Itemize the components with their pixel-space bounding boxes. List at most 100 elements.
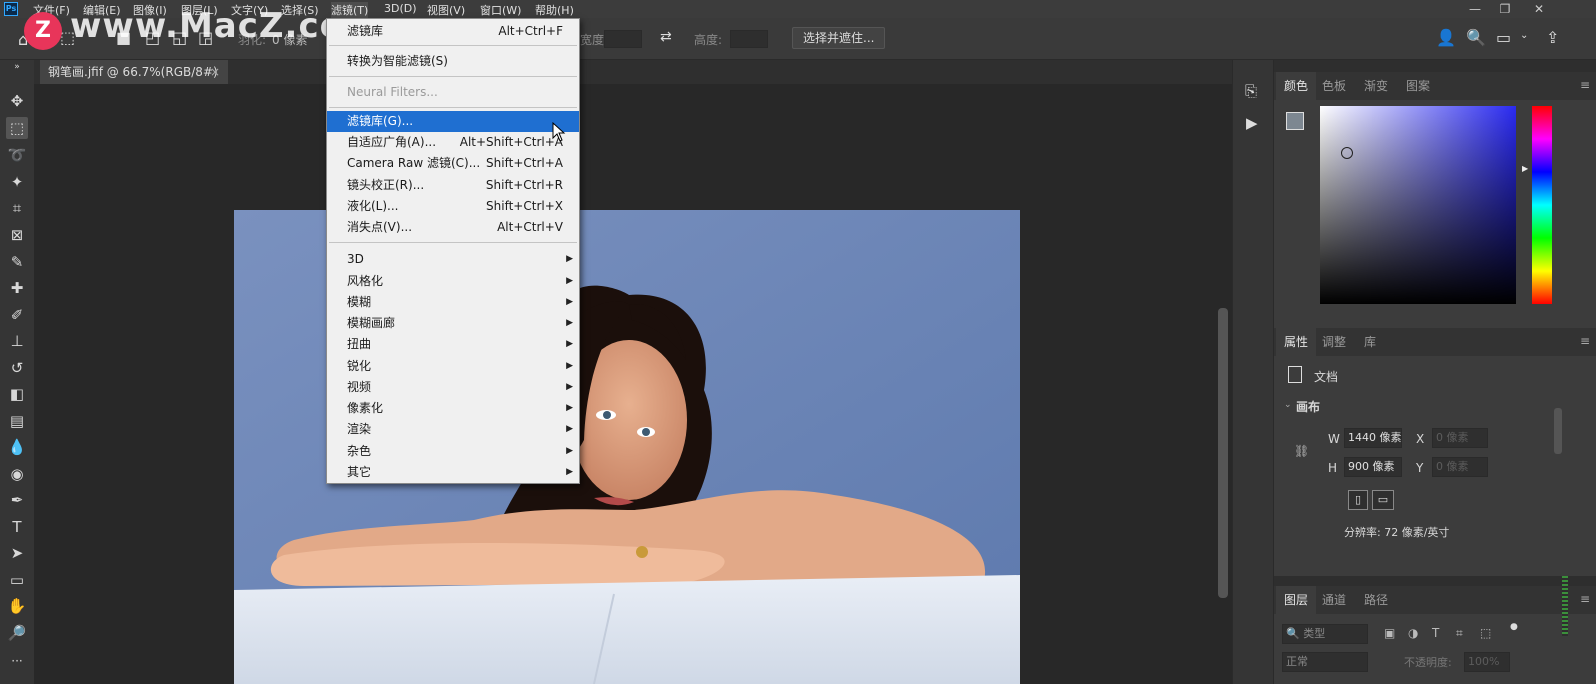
color-picker-field[interactable] (1320, 106, 1516, 304)
magic-wand-tool-icon[interactable]: ✦ (6, 171, 28, 193)
crop-tool-icon[interactable]: ⌗ (6, 197, 28, 219)
share-icon[interactable]: ⇪ (1546, 28, 1559, 47)
blur-tool-icon[interactable]: 💧 (6, 436, 28, 458)
menu-item-lens-correction[interactable]: 镜头校正(R)... Shift+Ctrl+R (327, 175, 579, 196)
hue-slider[interactable] (1532, 106, 1552, 304)
submenu-blur[interactable]: 模糊 ▶ (327, 292, 579, 313)
healing-brush-tool-icon[interactable]: ✚ (6, 277, 28, 299)
workspace-icon[interactable]: ▭ (1496, 28, 1511, 47)
swap-dimensions-icon[interactable]: ⇄ (660, 29, 672, 45)
tab-paths[interactable]: 路径 (1356, 586, 1396, 614)
select-and-mask-button[interactable]: 选择并遮住... (792, 27, 886, 49)
filter-adjustment-icon[interactable]: ◑ (1408, 626, 1418, 640)
tab-gradients[interactable]: 渐变 (1356, 72, 1396, 100)
opacity-field[interactable]: 100% (1464, 652, 1510, 672)
submenu-distort[interactable]: 扭曲 ▶ (327, 334, 579, 355)
lasso-tool-icon[interactable]: ➰ (6, 144, 28, 166)
tab-properties[interactable]: 属性 (1276, 328, 1317, 356)
tab-channels[interactable]: 通道 (1314, 586, 1354, 614)
canvas-width-field[interactable]: 1440 像素 (1344, 428, 1402, 448)
blend-mode-dropdown[interactable]: 正常 (1282, 652, 1368, 672)
eraser-tool-icon[interactable]: ◧ (6, 383, 28, 405)
search-icon[interactable]: 🔍 (1466, 28, 1486, 47)
menu-item-adaptive-wide-angle[interactable]: 自适应广角(A)... Alt+Shift+Ctrl+A (327, 132, 579, 153)
submenu-other[interactable]: 其它 ▶ (327, 462, 579, 483)
height-field[interactable] (730, 30, 768, 48)
layer-filter-dropdown[interactable]: 🔍 类型 (1282, 624, 1368, 644)
chevron-down-icon[interactable]: ⌄ (1520, 30, 1528, 41)
frame-tool-icon[interactable]: ⊠ (6, 224, 28, 246)
menu-item-liquify[interactable]: 液化(L)... Shift+Ctrl+X (327, 196, 579, 217)
hue-slider-handle[interactable]: ▶ (1522, 164, 1528, 173)
eyedropper-tool-icon[interactable]: ✎ (6, 251, 28, 273)
collapse-chevron-icon[interactable]: ⌄ (1284, 400, 1292, 410)
menu-window[interactable]: 窗口(W) (480, 2, 521, 18)
hand-tool-icon[interactable]: ✋ (6, 595, 28, 617)
menu-item-convert-smart-filter[interactable]: 转换为智能滤镜(S) (327, 51, 579, 72)
menu-item-camera-raw[interactable]: Camera Raw 滤镜(C)... Shift+Ctrl+A (327, 153, 579, 174)
properties-scrollbar-thumb[interactable] (1554, 408, 1562, 454)
submenu-3d[interactable]: 3D ▶ (327, 249, 579, 270)
rectangle-tool-icon[interactable]: ▭ (6, 569, 28, 591)
account-icon[interactable]: 👤 (1436, 28, 1456, 47)
menu-help[interactable]: 帮助(H) (535, 2, 574, 18)
filter-shape-icon[interactable]: ⌗ (1456, 626, 1463, 641)
panel-menu-icon[interactable]: ≡ (1580, 334, 1590, 348)
canvas-y-field[interactable]: 0 像素 (1432, 457, 1488, 477)
scrollbar-thumb[interactable] (1218, 308, 1228, 598)
marquee-tool-icon[interactable]: ⬚ (6, 117, 28, 139)
minimize-button[interactable]: — (1460, 0, 1490, 18)
submenu-video[interactable]: 视频 ▶ (327, 377, 579, 398)
filter-pixel-icon[interactable]: ▣ (1384, 626, 1395, 640)
path-selection-tool-icon[interactable]: ➤ (6, 542, 28, 564)
dodge-tool-icon[interactable]: ◉ (6, 463, 28, 485)
portrait-orientation-icon[interactable]: ▯ (1348, 490, 1368, 510)
color-picker-marker[interactable] (1341, 147, 1353, 159)
restore-button[interactable]: ❐ (1490, 0, 1520, 18)
brush-tool-icon[interactable]: ✐ (6, 304, 28, 326)
menu-item-filter-gallery[interactable]: 滤镜库(G)... (327, 111, 579, 132)
actions-play-icon[interactable]: ▶ (1246, 114, 1258, 132)
menu-item-vanishing-point[interactable]: 消失点(V)... Alt+Ctrl+V (327, 217, 579, 238)
foreground-color-swatch[interactable] (1286, 112, 1304, 130)
submenu-pixelate[interactable]: 像素化 ▶ (327, 398, 579, 419)
move-tool-icon[interactable]: ✥ (6, 90, 28, 112)
submenu-noise[interactable]: 杂色 ▶ (327, 441, 579, 462)
menu-3d[interactable]: 3D(D) (384, 2, 417, 15)
zoom-tool-icon[interactable]: 🔎 (6, 622, 28, 644)
more-tools-icon[interactable]: ··· (6, 650, 28, 672)
menu-view[interactable]: 视图(V) (427, 2, 465, 18)
tab-swatches[interactable]: 色板 (1314, 72, 1354, 100)
document-tab[interactable]: 钢笔画.jfif @ 66.7%(RGB/8#) × (40, 60, 228, 84)
landscape-orientation-icon[interactable]: ▭ (1372, 490, 1394, 510)
submenu-stylize[interactable]: 风格化 ▶ (327, 271, 579, 292)
type-tool-icon[interactable]: T (6, 516, 28, 538)
filter-type-icon[interactable]: T (1432, 626, 1439, 640)
close-window-button[interactable]: ✕ (1524, 0, 1554, 18)
menu-item-last-filter[interactable]: 滤镜库 Alt+Ctrl+F (327, 21, 579, 42)
tab-patterns[interactable]: 图案 (1398, 72, 1438, 100)
clone-stamp-tool-icon[interactable]: ⊥ (6, 330, 28, 352)
close-tab-icon[interactable]: × (210, 60, 220, 84)
canvas-x-field[interactable]: 0 像素 (1432, 428, 1488, 448)
history-brush-tool-icon[interactable]: ↺ (6, 357, 28, 379)
filter-smart-object-icon[interactable]: ⬚ (1480, 626, 1491, 640)
filter-toggle-icon[interactable]: ● (1510, 622, 1518, 632)
submenu-render[interactable]: 渲染 ▶ (327, 419, 579, 440)
gradient-tool-icon[interactable]: ▤ (6, 410, 28, 432)
collapse-toolbar-icon[interactable]: » (6, 62, 28, 72)
tab-adjustments[interactable]: 调整 (1314, 328, 1354, 356)
tab-layers[interactable]: 图层 (1276, 586, 1317, 614)
history-panel-icon[interactable]: ⎘ (1245, 82, 1257, 100)
width-field[interactable] (604, 30, 642, 48)
vertical-scrollbar[interactable] (1216, 92, 1230, 684)
submenu-blur-gallery[interactable]: 模糊画廊 ▶ (327, 313, 579, 334)
panel-menu-icon[interactable]: ≡ (1580, 592, 1590, 606)
link-dimensions-icon[interactable]: ⛓ (1294, 444, 1309, 458)
canvas-height-field[interactable]: 900 像素 (1344, 457, 1402, 477)
tab-color[interactable]: 颜色 (1276, 72, 1317, 100)
panel-menu-icon[interactable]: ≡ (1580, 78, 1590, 92)
pen-tool-icon[interactable]: ✒ (6, 489, 28, 511)
tab-libraries[interactable]: 库 (1356, 328, 1384, 356)
submenu-sharpen[interactable]: 锐化 ▶ (327, 356, 579, 377)
